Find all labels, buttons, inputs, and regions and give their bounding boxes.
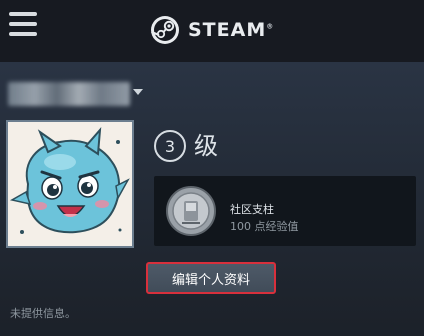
avatar	[6, 120, 134, 248]
badge-name: 社区支柱	[230, 203, 274, 216]
badge-xp: 100 点经验值	[230, 220, 299, 233]
chevron-down-icon[interactable]	[133, 89, 143, 95]
level-label: 级	[194, 132, 218, 160]
level-badge: 3	[154, 130, 186, 162]
username-blurred[interactable]	[8, 82, 130, 106]
edit-profile-button[interactable]: 编辑个人资料	[146, 262, 276, 294]
steam-logo-text: STEAM®	[188, 19, 275, 41]
community-pillar-badge-icon	[166, 186, 216, 236]
level-number: 3	[164, 136, 176, 156]
steam-logo-icon	[151, 16, 179, 44]
steam-logo[interactable]: STEAM®	[150, 10, 274, 50]
profile-summary-text: 未提供信息。	[10, 307, 76, 320]
top-bar: STEAM®	[0, 0, 424, 62]
avatar-character-image	[8, 122, 132, 246]
hamburger-menu-icon[interactable]	[9, 12, 37, 36]
